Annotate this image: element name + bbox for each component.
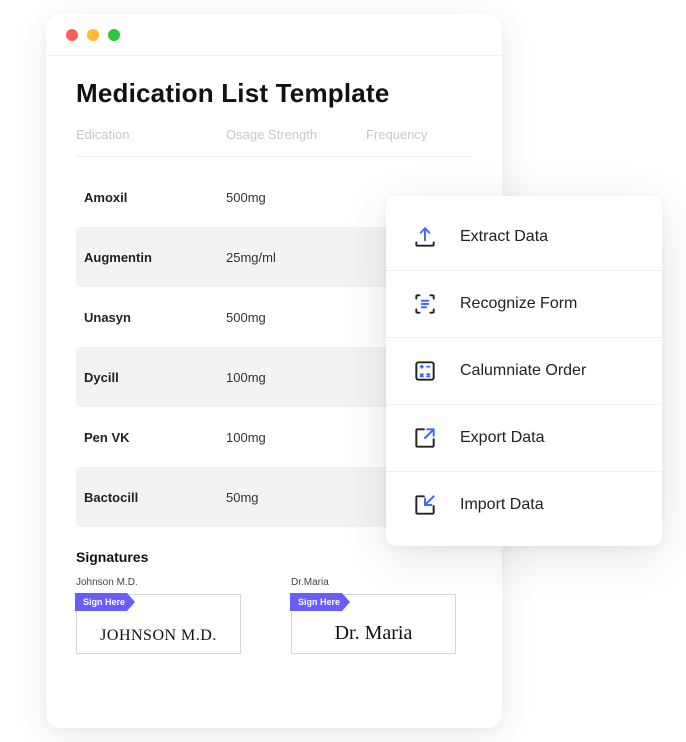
cell-strength: 500mg xyxy=(226,190,366,205)
import-data-icon xyxy=(412,492,438,518)
minimize-icon[interactable] xyxy=(87,29,99,41)
sign-here-tag: Sign Here xyxy=(290,593,350,611)
menu-item-label: Export Data xyxy=(460,429,544,447)
signatures-heading: Signatures xyxy=(76,549,472,565)
signatures-section: Signatures Johnson M.D. Sign Here JOHNSO… xyxy=(76,549,472,654)
cell-strength: 100mg xyxy=(226,430,366,445)
cell-name: Pen VK xyxy=(84,430,226,445)
cell-name: Amoxil xyxy=(84,190,226,205)
menu-item-label: Calumniate Order xyxy=(460,362,586,380)
close-icon[interactable] xyxy=(66,29,78,41)
cell-strength: 100mg xyxy=(226,370,366,385)
menu-item-label: Extract Data xyxy=(460,228,548,246)
cell-name: Dycill xyxy=(84,370,226,385)
signature-block: Johnson M.D. Sign Here JOHNSON M.D. xyxy=(76,577,241,654)
menu-item-label: Import Data xyxy=(460,496,544,514)
column-header-strength: Osage Strength xyxy=(226,127,366,142)
cell-name: Augmentin xyxy=(84,250,226,265)
signature-value: Dr. Maria xyxy=(335,622,413,645)
extract-data-icon xyxy=(412,224,438,250)
menu-item-recognize-form[interactable]: Recognize Form xyxy=(386,270,662,337)
cell-name: Bactocill xyxy=(84,490,226,505)
export-data-icon xyxy=(412,425,438,451)
maximize-icon[interactable] xyxy=(108,29,120,41)
window-titlebar xyxy=(46,14,502,56)
menu-item-label: Recognize Form xyxy=(460,295,577,313)
table-header: Edication Osage Strength Frequency xyxy=(76,127,472,157)
signature-label: Dr.Maria xyxy=(291,577,456,588)
signature-field[interactable]: Sign Here Dr. Maria xyxy=(291,594,456,654)
cell-strength: 50mg xyxy=(226,490,366,505)
page-title: Medication List Template xyxy=(76,78,472,109)
calculate-icon xyxy=(412,358,438,384)
signatures-row: Johnson M.D. Sign Here JOHNSON M.D. Dr.M… xyxy=(76,577,472,654)
cell-strength: 25mg/ml xyxy=(226,250,366,265)
recognize-form-icon xyxy=(412,291,438,317)
cell-strength: 500mg xyxy=(226,310,366,325)
signature-field[interactable]: Sign Here JOHNSON M.D. xyxy=(76,594,241,654)
column-header-frequency: Frequency xyxy=(366,127,472,142)
cell-name: Unasyn xyxy=(84,310,226,325)
signature-block: Dr.Maria Sign Here Dr. Maria xyxy=(291,577,456,654)
column-header-medication: Edication xyxy=(76,127,226,142)
menu-item-import-data[interactable]: Import Data xyxy=(386,471,662,538)
sign-here-tag: Sign Here xyxy=(75,593,135,611)
signature-label: Johnson M.D. xyxy=(76,577,241,588)
menu-item-calumniate-order[interactable]: Calumniate Order xyxy=(386,337,662,404)
menu-item-export-data[interactable]: Export Data xyxy=(386,404,662,471)
signature-value: JOHNSON M.D. xyxy=(100,627,217,645)
context-menu: Extract Data Recognize Form xyxy=(386,196,662,546)
menu-item-extract-data[interactable]: Extract Data xyxy=(386,204,662,270)
